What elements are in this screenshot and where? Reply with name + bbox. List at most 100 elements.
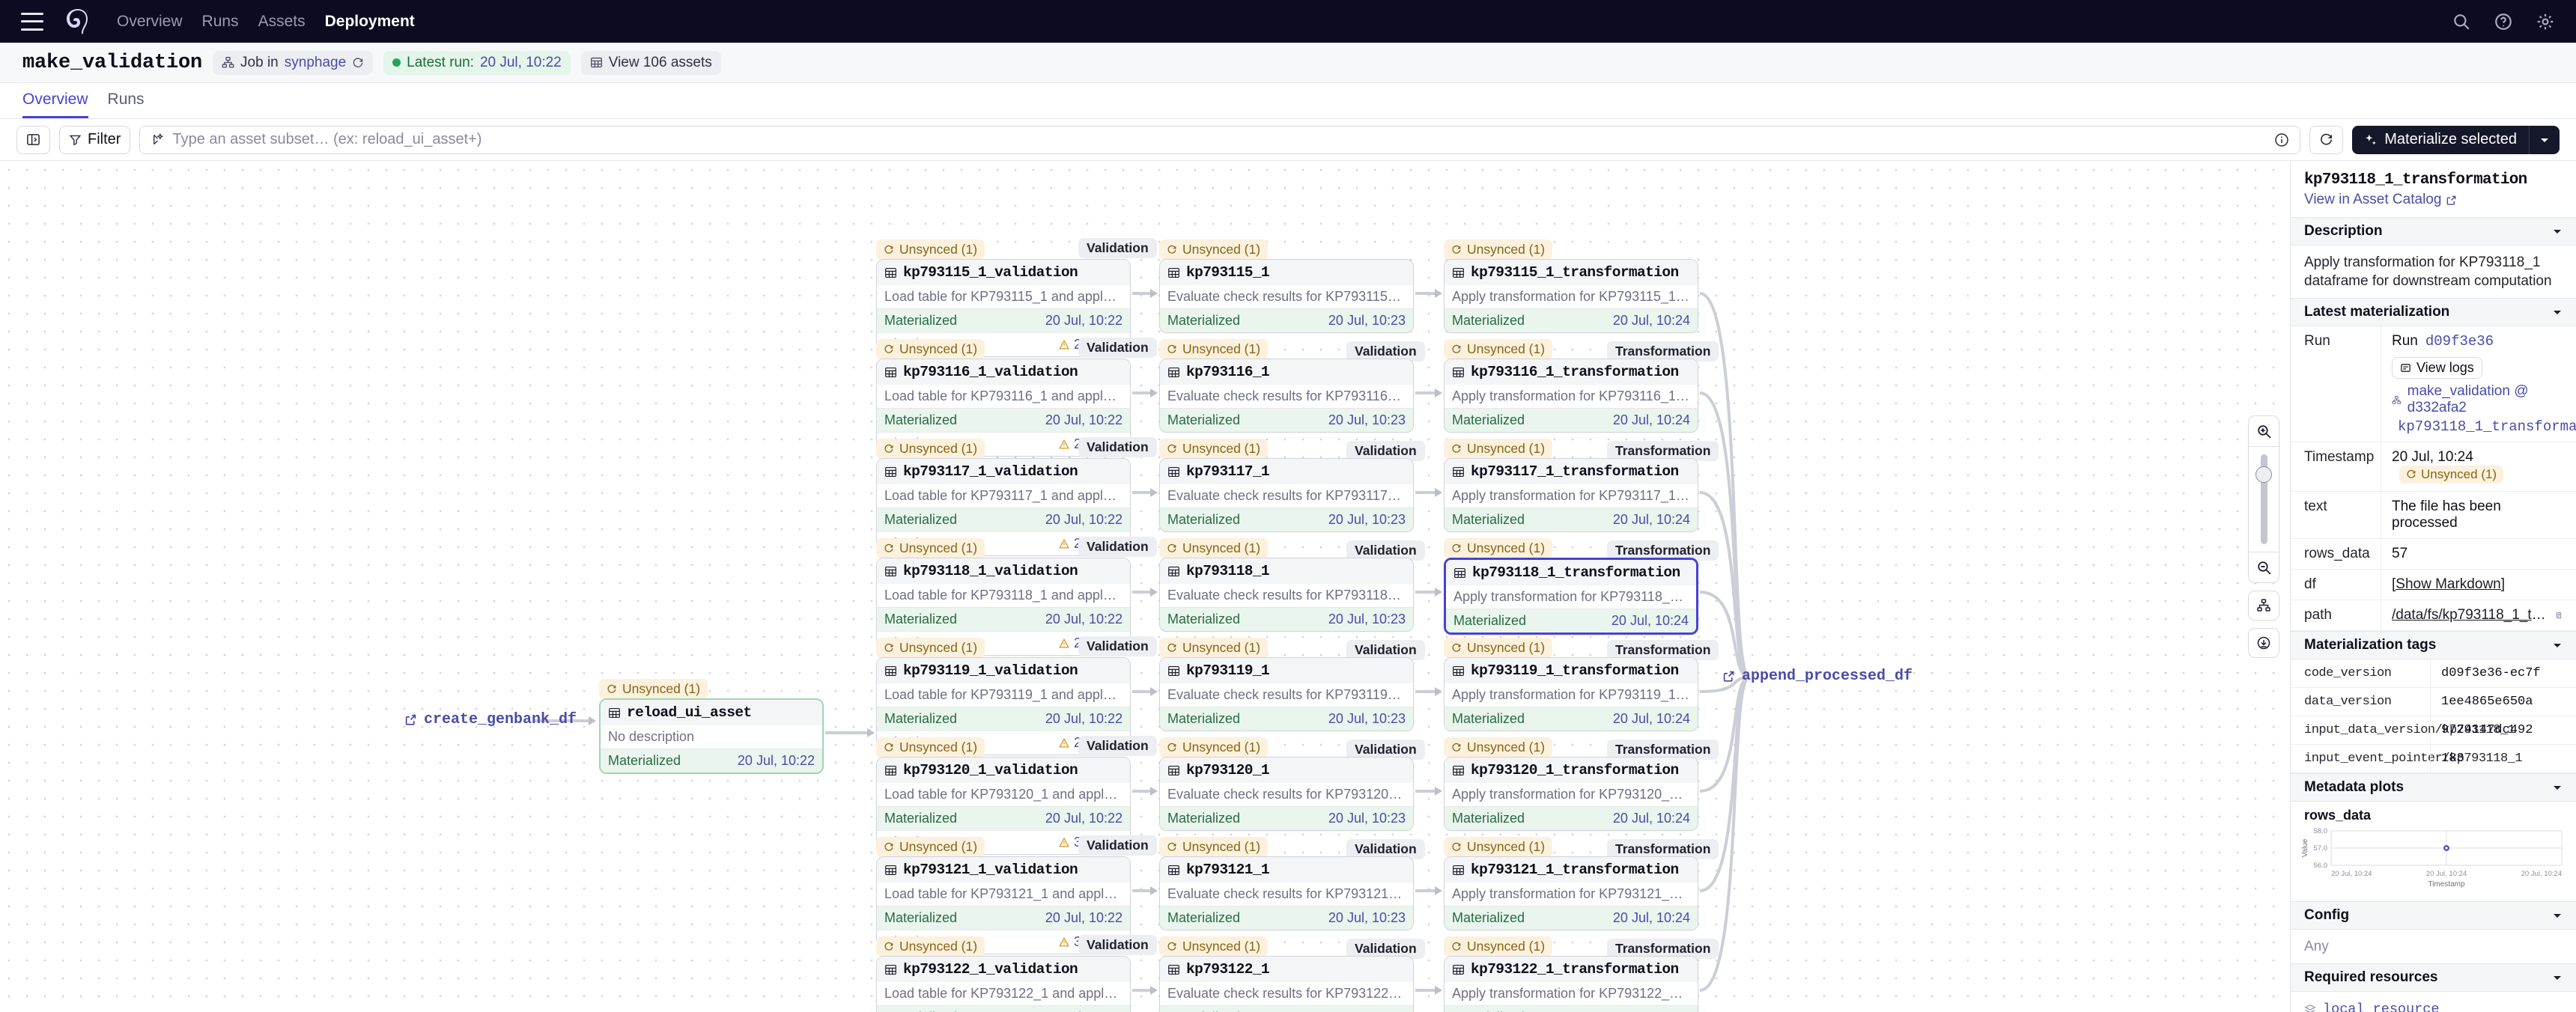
latest-run-time[interactable]: 20 Jul, 10:22 <box>480 55 562 71</box>
help-icon[interactable] <box>2494 12 2513 31</box>
latest-run-chip[interactable]: Latest run: 20 Jul, 10:22 <box>383 50 571 75</box>
section-latest-materialization[interactable]: Latest materialization <box>2291 298 2576 327</box>
unsynced-badge[interactable]: Unsynced (1) <box>1159 538 1269 558</box>
materialized-time[interactable]: 20 Jul, 10:23 <box>1328 412 1406 428</box>
unsynced-badge[interactable]: Unsynced (1) <box>1159 439 1269 459</box>
materialized-time[interactable]: 20 Jul, 10:24 <box>1611 613 1689 629</box>
run-asset-link[interactable]: kp793118_1_transformation <box>2398 418 2576 435</box>
asset-node-kp793122_1_transformation[interactable]: kp793122_1_transformation Apply transform… <box>1444 956 1698 1012</box>
materialized-time[interactable]: 20 Jul, 10:22 <box>1045 313 1123 329</box>
tab-runs[interactable]: Runs <box>108 91 145 118</box>
unsynced-badge[interactable]: Unsynced (1) <box>1444 936 1553 957</box>
nav-link-assets[interactable]: Assets <box>258 13 306 31</box>
search-input[interactable] <box>172 131 2267 148</box>
run-id-link[interactable]: d09f3e36 <box>2425 333 2494 350</box>
unsynced-badge[interactable]: Unsynced (1) <box>1159 240 1269 260</box>
asset-node-kp793118_1[interactable]: kp793118_1 Evaluate check results for KP7… <box>1159 558 1414 632</box>
copy-icon[interactable] <box>2555 610 2563 621</box>
materialized-time[interactable]: 20 Jul, 10:22 <box>738 753 815 769</box>
asset-node-kp793116_1[interactable]: kp793116_1 Evaluate check results for KP7… <box>1159 359 1414 433</box>
refresh-graph-button[interactable] <box>2309 125 2344 154</box>
unsynced-badge[interactable]: Unsynced (1) <box>1444 638 1553 658</box>
asset-node-kp793122_1[interactable]: kp793122_1 Evaluate check results for KP7… <box>1159 956 1414 1012</box>
asset-node-kp793122_1_validation[interactable]: kp793122_1_validation Load table for KP79… <box>876 956 1131 1012</box>
group-tag-validation[interactable]: Validation <box>1078 736 1157 756</box>
materialized-time[interactable]: 20 Jul, 10:23 <box>1328 512 1406 528</box>
section-description[interactable]: Description <box>2291 217 2576 246</box>
asset-node-kp793115_1_transformation[interactable]: kp793115_1_transformation Apply transform… <box>1444 259 1698 333</box>
materialized-time[interactable]: 20 Jul, 10:24 <box>1613 313 1690 329</box>
unsynced-badge[interactable]: Unsynced (1) <box>876 439 985 459</box>
nav-link-overview[interactable]: Overview <box>117 13 183 31</box>
asset-node-reload_ui_asset[interactable]: reload_ui_asset No description Materialize… <box>599 698 824 774</box>
refresh-icon[interactable] <box>352 57 364 69</box>
metadata-plot[interactable]: 56.0 57.0 58.0 20 Jul, 10:24 20 Jul, 10:24 20… <box>2291 823 2576 901</box>
asset-node-kp793116_1_transformation[interactable]: kp793116_1_transformation Apply transform… <box>1444 359 1698 433</box>
group-tag-validation[interactable]: Validation <box>1078 835 1157 856</box>
materialized-time[interactable]: 20 Jul, 10:22 <box>1045 811 1123 826</box>
unsynced-badge[interactable]: Unsynced (1) <box>2399 466 2504 484</box>
materialized-time[interactable]: 20 Jul, 10:22 <box>1045 612 1123 627</box>
asset-graph-canvas[interactable]: Unsynced (1) Unsynced (1) Unsynced (1) Vali… <box>0 161 2290 1012</box>
materialized-time[interactable]: 20 Jul, 10:24 <box>1613 910 1690 926</box>
zoom-in-button[interactable] <box>2248 416 2279 446</box>
section-required-resources[interactable]: Required resources <box>2291 963 2576 993</box>
materialized-time[interactable]: 20 Jul, 10:22 <box>1045 711 1123 727</box>
unsynced-badge[interactable]: Unsynced (1) <box>876 837 985 857</box>
materialized-time[interactable]: 20 Jul, 10:22 <box>1045 412 1123 428</box>
unsynced-badge[interactable]: Unsynced (1) <box>1444 538 1553 558</box>
section-metadata-plots[interactable]: Metadata plots <box>2291 773 2576 802</box>
download-graph-button[interactable] <box>2248 628 2279 658</box>
materialized-time[interactable]: 20 Jul, 10:22 <box>1045 910 1123 926</box>
zoom-slider-thumb[interactable] <box>2255 466 2272 483</box>
unsynced-badge[interactable]: Unsynced (1) <box>876 638 985 658</box>
unsynced-badge[interactable]: Unsynced (1) <box>876 339 985 359</box>
asset-subset-search[interactable] <box>139 125 2301 154</box>
materialized-time[interactable]: 20 Jul, 10:24 <box>1613 512 1690 528</box>
unsynced-badge[interactable]: Unsynced (1) <box>1444 837 1553 857</box>
group-tag-validation[interactable]: Validation <box>1078 437 1157 457</box>
resource-item[interactable]: local_resource <box>2304 1001 2563 1012</box>
unsynced-badge[interactable]: Unsynced (1) <box>876 737 985 758</box>
path-value[interactable]: /data/fs/kp793118_1_transformation <box>2392 607 2548 624</box>
unsynced-badge[interactable]: Unsynced (1) <box>876 538 985 558</box>
asset-node-kp793117_1_transformation[interactable]: kp793117_1_transformation Apply transform… <box>1444 458 1698 532</box>
info-icon[interactable] <box>2274 132 2289 147</box>
nav-link-runs[interactable]: Runs <box>202 13 239 31</box>
asset-node-kp793119_1_transformation[interactable]: kp793119_1_transformation Apply transform… <box>1444 657 1698 731</box>
unsynced-badge[interactable]: Unsynced (1) <box>1444 737 1553 758</box>
section-config[interactable]: Config <box>2291 901 2576 930</box>
materialized-time[interactable]: 20 Jul, 10:22 <box>1045 512 1123 528</box>
unsynced-badge[interactable]: Unsynced (1) <box>876 240 985 260</box>
unsynced-badge[interactable]: Unsynced (1) <box>1159 936 1269 957</box>
job-chip-link[interactable]: synphage <box>285 55 346 71</box>
materialized-time[interactable]: 20 Jul, 10:23 <box>1328 811 1406 826</box>
zoom-out-button[interactable] <box>2248 552 2279 582</box>
toggle-sidebar-button[interactable] <box>16 125 50 154</box>
asset-node-kp793120_1[interactable]: kp793120_1 Evaluate check results for KP7… <box>1159 757 1414 831</box>
group-tag-validation[interactable]: Validation <box>1078 636 1157 656</box>
materialized-time[interactable]: 20 Jul, 10:23 <box>1328 612 1406 627</box>
zoom-slider[interactable] <box>2248 447 2279 552</box>
show-markdown-link[interactable]: [Show Markdown] <box>2392 576 2505 592</box>
chart-data-point[interactable] <box>2443 845 2449 852</box>
external-asset-create_genbank_df[interactable]: create_genbank_df <box>404 711 577 728</box>
unsynced-badge[interactable]: Unsynced (1) <box>1159 339 1269 359</box>
nav-link-deployment[interactable]: Deployment <box>325 13 415 31</box>
asset-node-kp793120_1_transformation[interactable]: kp793120_1_transformation Apply transform… <box>1444 757 1698 831</box>
asset-node-kp793117_1[interactable]: kp793117_1 Evaluate check results for KP7… <box>1159 458 1414 532</box>
group-tag-validation[interactable]: Validation <box>1078 338 1157 358</box>
unsynced-badge[interactable]: Unsynced (1) <box>1159 638 1269 658</box>
search-icon[interactable] <box>2452 12 2471 31</box>
fit-to-graph-button[interactable] <box>2248 591 2279 621</box>
hamburger-menu-icon[interactable] <box>21 12 43 31</box>
unsynced-badge[interactable]: Unsynced (1) <box>599 679 708 699</box>
group-tag-validation[interactable]: Validation <box>1078 935 1157 955</box>
group-tag-validation[interactable]: Validation <box>1078 238 1157 258</box>
unsynced-badge[interactable]: Unsynced (1) <box>876 936 985 957</box>
view-in-asset-catalog-link[interactable]: View in Asset Catalog <box>2304 192 2563 208</box>
materialized-time[interactable]: 20 Jul, 10:23 <box>1328 910 1406 926</box>
view-assets-chip[interactable]: View 106 assets <box>580 50 721 75</box>
asset-node-kp793119_1[interactable]: kp793119_1 Evaluate check results for KP7… <box>1159 657 1414 731</box>
asset-node-kp793121_1_transformation[interactable]: kp793121_1_transformation Apply transform… <box>1444 856 1698 930</box>
